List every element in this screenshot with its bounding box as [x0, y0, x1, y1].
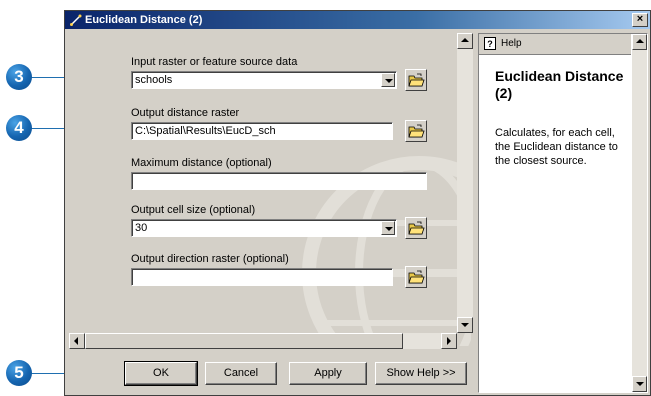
callout-4-badge: 4	[6, 115, 32, 141]
input-raster-value: schools	[135, 74, 173, 86]
scroll-up-button[interactable]	[457, 33, 473, 49]
help-tab[interactable]: ? Help	[479, 34, 631, 55]
title-bar[interactable]: Euclidean Distance (2) ×	[65, 11, 650, 29]
help-body: Calculates, for each cell, the Euclidean…	[495, 127, 618, 167]
euclidean-distance-dialog: Euclidean Distance (2) × Input raster or…	[64, 10, 651, 396]
help-page-icon: ?	[484, 37, 496, 50]
help-scroll-down-button[interactable]	[632, 376, 647, 392]
scroll-right-button[interactable]	[441, 333, 457, 349]
cancel-button[interactable]: Cancel	[205, 362, 277, 385]
open-folder-icon	[408, 124, 425, 138]
output-direction-browse-button[interactable]	[405, 266, 427, 288]
input-raster-browse-button[interactable]	[405, 69, 427, 91]
cell-size-browse-button[interactable]	[405, 217, 427, 239]
output-distance-label: Output distance raster	[131, 107, 240, 119]
parameters-pane: Input raster or feature source data scho…	[69, 33, 471, 346]
help-title: Euclidean Distance (2)	[495, 68, 624, 101]
ok-button[interactable]: OK	[124, 361, 198, 386]
open-folder-icon	[408, 73, 425, 87]
chevron-down-icon[interactable]	[381, 221, 395, 235]
callout-5-badge: 5	[6, 360, 32, 386]
scroll-left-button[interactable]	[69, 333, 85, 349]
horizontal-scroll-thumb[interactable]	[85, 333, 403, 349]
input-raster-label: Input raster or feature source data	[131, 56, 298, 68]
window-title: Euclidean Distance (2)	[85, 14, 203, 26]
help-scroll-up-button[interactable]	[632, 34, 647, 50]
cell-size-dropdown[interactable]: 30	[131, 219, 397, 237]
tool-icon	[70, 14, 82, 26]
parameters-vertical-scrollbar[interactable]	[457, 33, 473, 333]
max-distance-input[interactable]	[131, 172, 427, 190]
chevron-down-icon[interactable]	[381, 73, 395, 87]
output-direction-label: Output direction raster (optional)	[131, 253, 289, 265]
show-help-button[interactable]: Show Help >>	[375, 362, 467, 385]
output-distance-browse-button[interactable]	[405, 120, 427, 142]
cell-size-label: Output cell size (optional)	[131, 204, 256, 216]
help-pane: ? Help Euclidean Distance (2) Calculates…	[478, 33, 648, 393]
callout-3-badge: 3	[6, 64, 32, 90]
help-vertical-scrollbar[interactable]	[632, 34, 647, 392]
help-tab-label: Help	[501, 38, 522, 49]
apply-button[interactable]: Apply	[289, 362, 367, 385]
close-button[interactable]: ×	[632, 13, 648, 27]
max-distance-label: Maximum distance (optional)	[131, 157, 272, 169]
scroll-down-button[interactable]	[457, 317, 473, 333]
output-direction-input[interactable]	[131, 268, 393, 286]
svg-text:?: ?	[487, 39, 493, 49]
open-folder-icon	[408, 270, 425, 284]
parameters-horizontal-scrollbar[interactable]	[69, 333, 457, 349]
input-raster-dropdown[interactable]: schools	[131, 71, 397, 89]
cell-size-value: 30	[135, 222, 148, 234]
open-folder-icon	[408, 221, 425, 235]
output-distance-input[interactable]: C:\Spatial\Results\EucD_sch	[131, 122, 393, 140]
